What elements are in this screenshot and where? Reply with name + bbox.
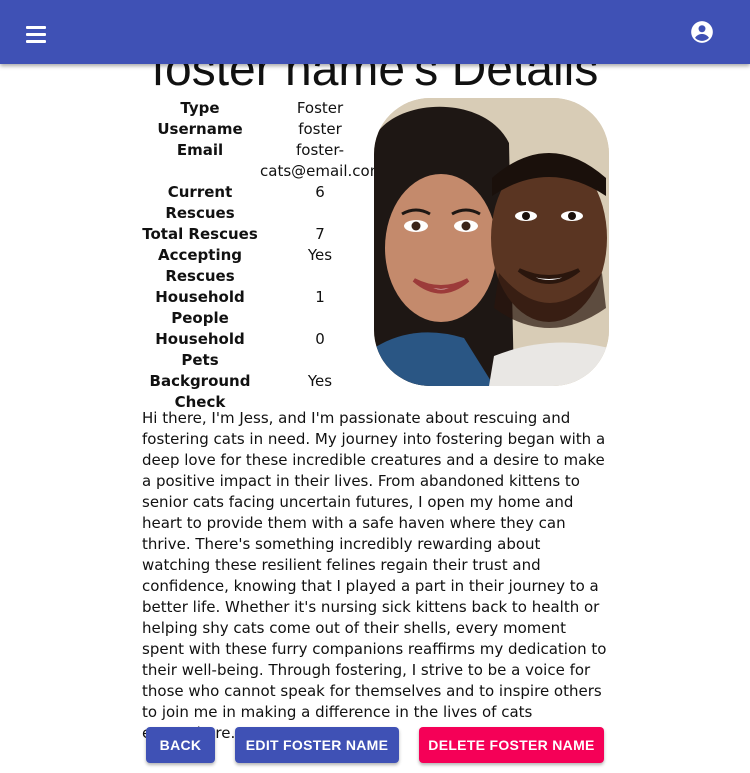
menu-button[interactable]: [16, 20, 56, 44]
menu-icon[interactable]: [16, 26, 56, 43]
detail-value: 6: [315, 183, 325, 201]
detail-label: Type: [180, 99, 220, 117]
detail-value: foster-cats@email.com: [260, 141, 385, 180]
back-button[interactable]: BACK: [146, 727, 215, 763]
delete-foster-button[interactable]: DELETE FOSTER NAME: [419, 727, 604, 763]
detail-value: Yes: [307, 246, 333, 264]
detail-row-background-check: Background Check Yes: [140, 371, 380, 413]
app-bar: [0, 0, 750, 64]
detail-label: Username: [157, 120, 243, 138]
edit-foster-button[interactable]: EDIT FOSTER NAME: [235, 727, 399, 763]
detail-value: Yes: [307, 372, 333, 390]
account-circle-icon[interactable]: [689, 19, 715, 45]
detail-row-email: Email foster-cats@email.com: [140, 140, 385, 182]
detail-value: Foster: [296, 99, 344, 117]
detail-value: foster: [298, 120, 342, 138]
detail-row-accepting-rescues: Accepting Rescues Yes: [140, 245, 380, 287]
detail-label: Accepting Rescues: [157, 246, 243, 285]
foster-bio: Hi there, I'm Jess, and I'm passionate a…: [142, 409, 607, 742]
detail-label: Current Rescues: [165, 183, 235, 222]
detail-row-current-rescues: Current Rescues 6: [140, 182, 380, 224]
account-button[interactable]: [689, 19, 715, 45]
foster-photo: [374, 98, 609, 386]
detail-value: 0: [315, 330, 325, 348]
detail-label: Household People: [155, 288, 245, 327]
detail-value: 1: [315, 288, 325, 306]
detail-row-household-people: Household People 1: [140, 287, 380, 329]
detail-value: 7: [315, 225, 325, 243]
detail-label: Email: [176, 141, 224, 159]
foster-details-table: Type Foster Username foster Email foster…: [140, 98, 385, 413]
detail-row-type: Type Foster: [140, 98, 380, 119]
detail-row-username: Username foster: [140, 119, 380, 140]
detail-label: Household Pets: [155, 330, 245, 369]
detail-label: Background Check: [149, 372, 251, 411]
detail-label: Total Rescues: [142, 225, 258, 243]
detail-row-total-rescues: Total Rescues 7: [140, 224, 380, 245]
detail-row-household-pets: Household Pets 0: [140, 329, 380, 371]
